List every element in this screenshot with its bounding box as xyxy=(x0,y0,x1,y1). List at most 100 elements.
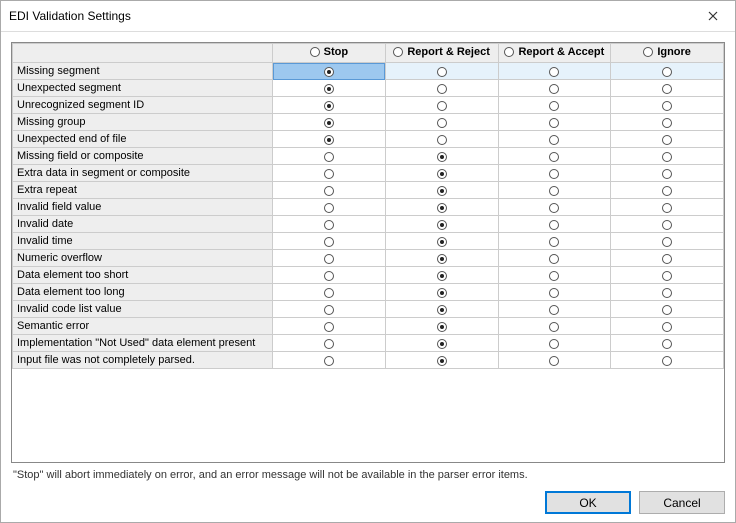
radio-cell-report_reject[interactable] xyxy=(385,301,498,318)
column-header-report_reject[interactable]: Report & Reject xyxy=(385,44,498,63)
radio-cell-ignore[interactable] xyxy=(611,131,724,148)
radio-cell-report_reject[interactable] xyxy=(385,131,498,148)
radio-cell-stop[interactable] xyxy=(273,301,386,318)
radio-cell-ignore[interactable] xyxy=(611,301,724,318)
radio-cell-report_accept[interactable] xyxy=(498,165,611,182)
radio-cell-ignore[interactable] xyxy=(611,165,724,182)
radio-cell-report_accept[interactable] xyxy=(498,250,611,267)
radio-cell-ignore[interactable] xyxy=(611,199,724,216)
radio-cell-report_reject[interactable] xyxy=(385,80,498,97)
radio-cell-stop[interactable] xyxy=(273,80,386,97)
column-header-ignore[interactable]: Ignore xyxy=(611,44,724,63)
radio-cell-stop[interactable] xyxy=(273,233,386,250)
radio-icon xyxy=(324,254,334,264)
radio-cell-stop[interactable] xyxy=(273,335,386,352)
radio-cell-ignore[interactable] xyxy=(611,352,724,369)
radio-cell-report_accept[interactable] xyxy=(498,131,611,148)
radio-icon xyxy=(549,288,559,298)
close-icon xyxy=(708,8,718,24)
column-header-label: Ignore xyxy=(657,44,691,60)
row-label: Invalid code list value xyxy=(13,301,273,318)
radio-cell-ignore[interactable] xyxy=(611,80,724,97)
radio-cell-ignore[interactable] xyxy=(611,267,724,284)
radio-cell-report_accept[interactable] xyxy=(498,284,611,301)
radio-icon xyxy=(324,203,334,213)
radio-cell-report_accept[interactable] xyxy=(498,233,611,250)
radio-cell-report_accept[interactable] xyxy=(498,80,611,97)
radio-cell-report_reject[interactable] xyxy=(385,267,498,284)
column-header-radio-icon xyxy=(393,47,403,57)
radio-icon xyxy=(437,254,447,264)
radio-cell-ignore[interactable] xyxy=(611,318,724,335)
radio-cell-report_accept[interactable] xyxy=(498,267,611,284)
radio-cell-report_accept[interactable] xyxy=(498,318,611,335)
radio-cell-stop[interactable] xyxy=(273,267,386,284)
radio-cell-report_reject[interactable] xyxy=(385,63,498,80)
radio-cell-report_accept[interactable] xyxy=(498,148,611,165)
radio-cell-ignore[interactable] xyxy=(611,250,724,267)
radio-cell-report_accept[interactable] xyxy=(498,199,611,216)
radio-icon xyxy=(662,101,672,111)
radio-cell-report_reject[interactable] xyxy=(385,97,498,114)
radio-cell-stop[interactable] xyxy=(273,165,386,182)
close-button[interactable] xyxy=(690,1,735,31)
radio-cell-report_reject[interactable] xyxy=(385,114,498,131)
radio-cell-ignore[interactable] xyxy=(611,97,724,114)
radio-cell-ignore[interactable] xyxy=(611,148,724,165)
row-label: Semantic error xyxy=(13,318,273,335)
radio-cell-report_accept[interactable] xyxy=(498,352,611,369)
radio-cell-stop[interactable] xyxy=(273,97,386,114)
radio-cell-stop[interactable] xyxy=(273,250,386,267)
radio-cell-report_reject[interactable] xyxy=(385,352,498,369)
radio-cell-report_reject[interactable] xyxy=(385,233,498,250)
radio-cell-report_accept[interactable] xyxy=(498,182,611,199)
table-row: Input file was not completely parsed. xyxy=(13,352,724,369)
radio-cell-stop[interactable] xyxy=(273,63,386,80)
radio-cell-report_reject[interactable] xyxy=(385,199,498,216)
radio-cell-stop[interactable] xyxy=(273,114,386,131)
radio-cell-ignore[interactable] xyxy=(611,233,724,250)
radio-cell-ignore[interactable] xyxy=(611,335,724,352)
ok-button[interactable]: OK xyxy=(545,491,631,514)
radio-cell-ignore[interactable] xyxy=(611,216,724,233)
radio-cell-report_reject[interactable] xyxy=(385,148,498,165)
table-row: Extra data in segment or composite xyxy=(13,165,724,182)
radio-cell-stop[interactable] xyxy=(273,148,386,165)
column-header-report_accept[interactable]: Report & Accept xyxy=(498,44,611,63)
radio-cell-stop[interactable] xyxy=(273,216,386,233)
radio-cell-ignore[interactable] xyxy=(611,114,724,131)
radio-cell-report_reject[interactable] xyxy=(385,216,498,233)
radio-cell-report_reject[interactable] xyxy=(385,335,498,352)
dialog-window: EDI Validation Settings StopReport & Rej… xyxy=(0,0,736,523)
radio-cell-stop[interactable] xyxy=(273,131,386,148)
radio-cell-stop[interactable] xyxy=(273,182,386,199)
radio-cell-ignore[interactable] xyxy=(611,63,724,80)
radio-cell-report_accept[interactable] xyxy=(498,114,611,131)
radio-cell-stop[interactable] xyxy=(273,284,386,301)
column-header-stop[interactable]: Stop xyxy=(273,44,386,63)
row-label: Unrecognized segment ID xyxy=(13,97,273,114)
radio-cell-report_reject[interactable] xyxy=(385,284,498,301)
radio-cell-report_reject[interactable] xyxy=(385,318,498,335)
radio-icon xyxy=(662,305,672,315)
radio-cell-stop[interactable] xyxy=(273,199,386,216)
radio-cell-ignore[interactable] xyxy=(611,284,724,301)
cancel-button[interactable]: Cancel xyxy=(639,491,725,514)
radio-cell-report_accept[interactable] xyxy=(498,301,611,318)
radio-cell-report_reject[interactable] xyxy=(385,165,498,182)
radio-cell-report_accept[interactable] xyxy=(498,97,611,114)
radio-cell-report_accept[interactable] xyxy=(498,63,611,80)
radio-icon xyxy=(324,220,334,230)
radio-cell-report_accept[interactable] xyxy=(498,216,611,233)
radio-cell-report_accept[interactable] xyxy=(498,335,611,352)
radio-cell-stop[interactable] xyxy=(273,352,386,369)
radio-cell-report_reject[interactable] xyxy=(385,250,498,267)
row-label: Data element too short xyxy=(13,267,273,284)
radio-cell-ignore[interactable] xyxy=(611,182,724,199)
radio-cell-report_reject[interactable] xyxy=(385,182,498,199)
radio-icon xyxy=(324,67,334,77)
radio-cell-stop[interactable] xyxy=(273,318,386,335)
radio-icon xyxy=(549,101,559,111)
radio-icon xyxy=(549,152,559,162)
radio-icon xyxy=(549,67,559,77)
